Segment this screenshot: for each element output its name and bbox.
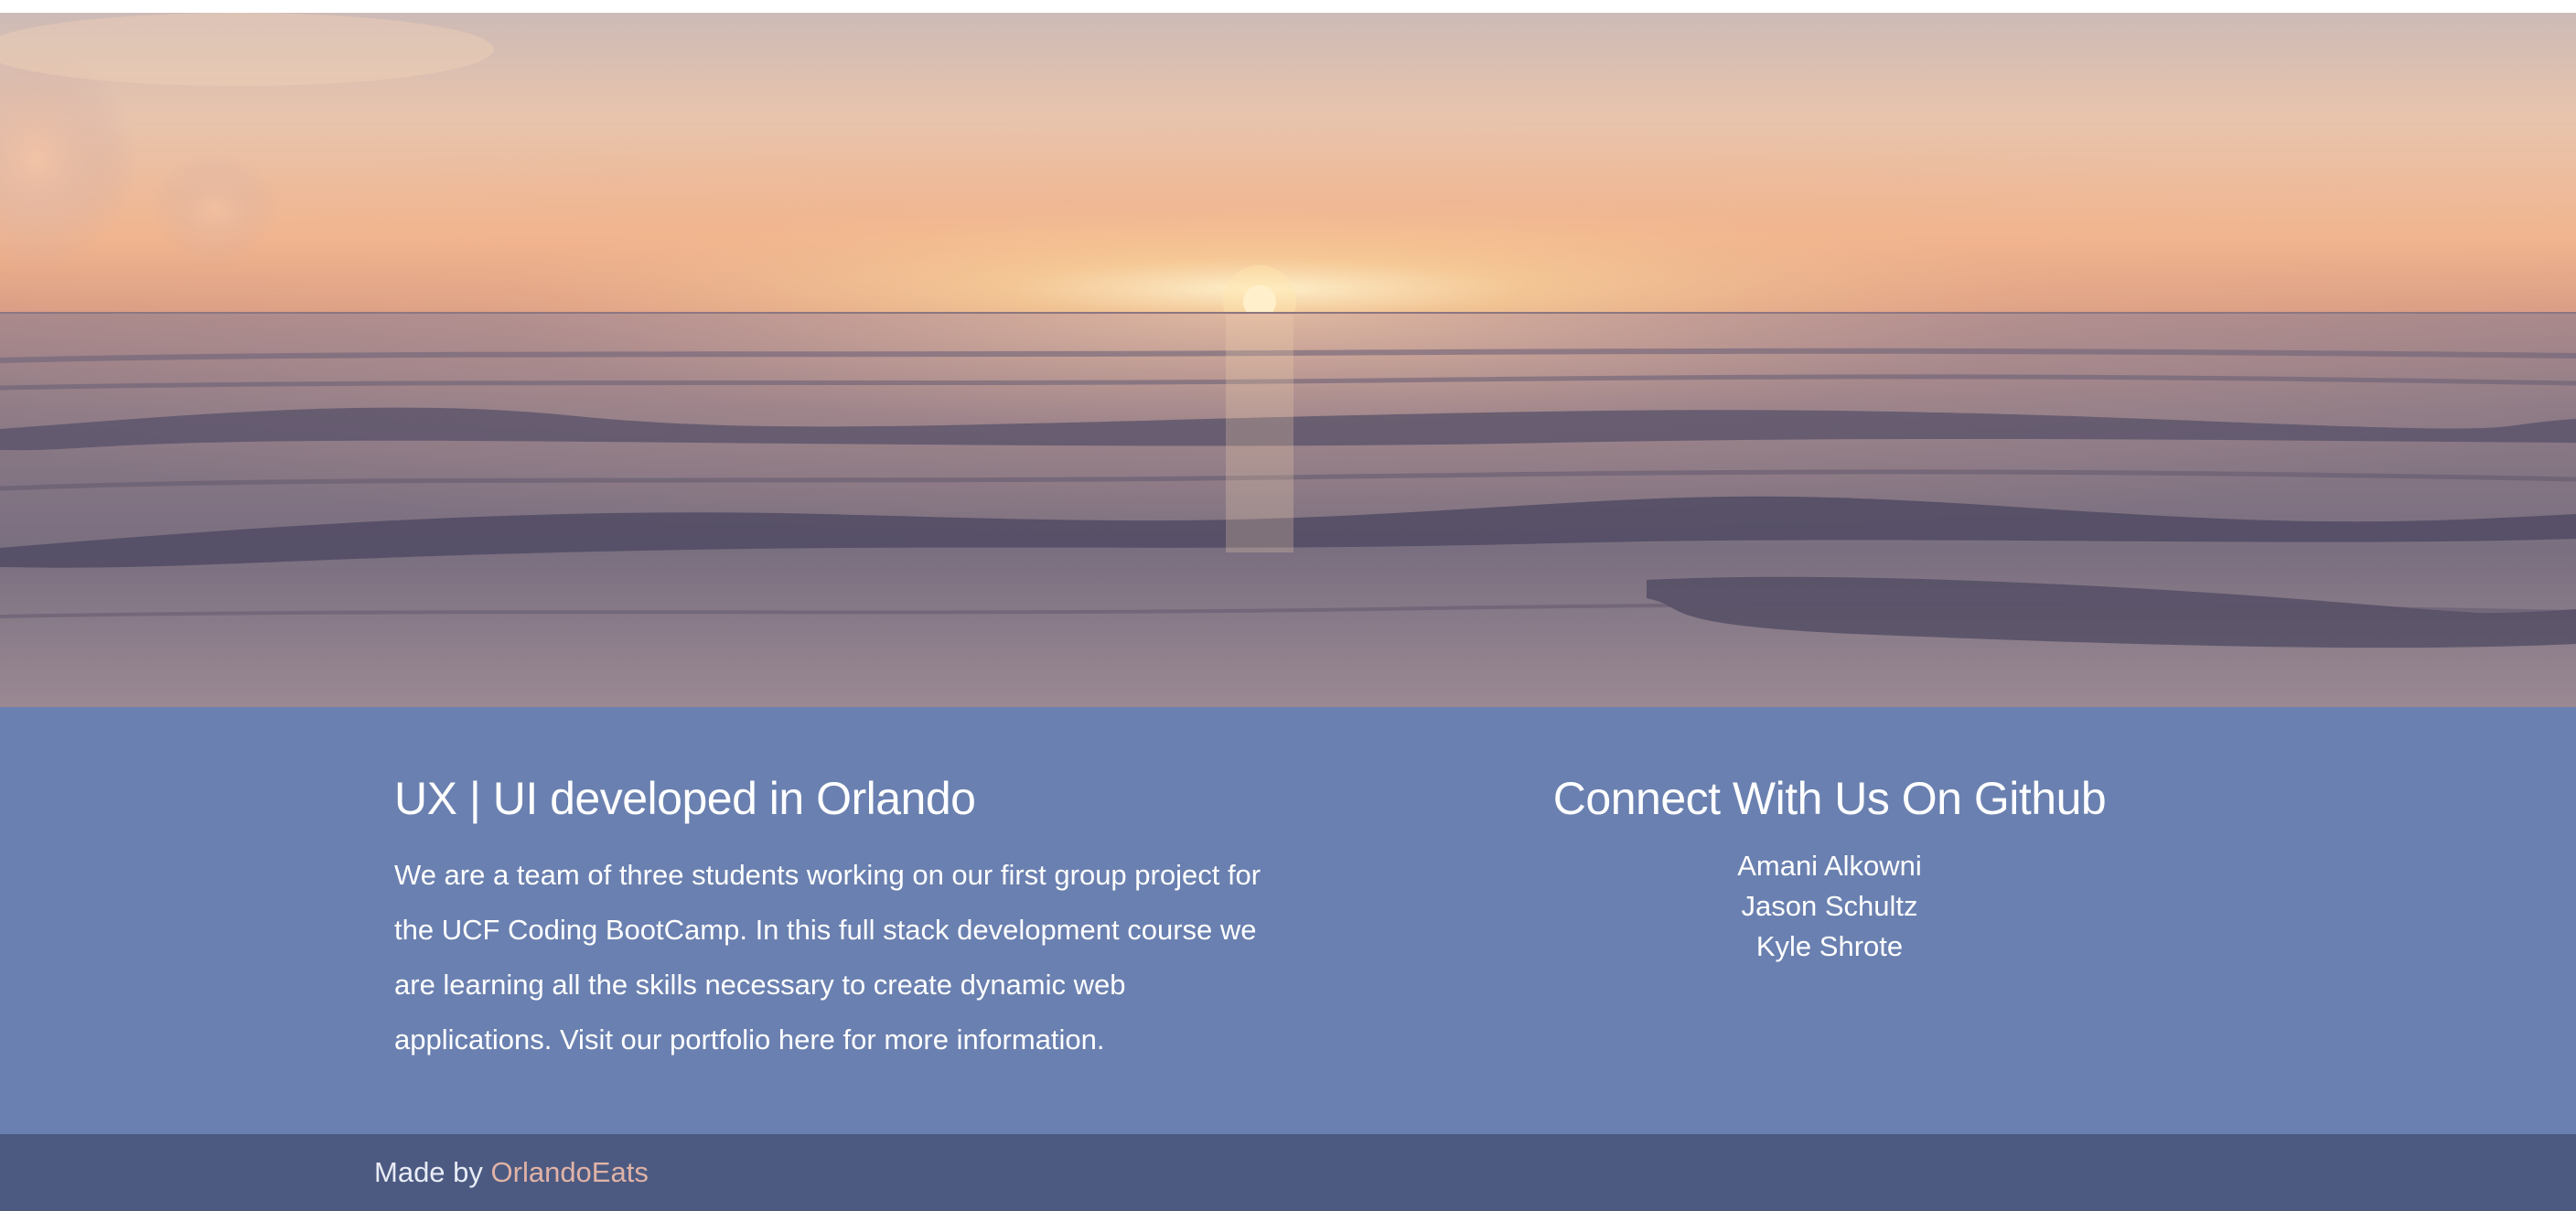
footer-prefix: Made by [374,1156,491,1188]
sunset-ocean-image [0,13,2576,707]
about-block: UX | UI developed in Orlando We are a te… [394,771,1272,1067]
github-link-amani-alkowni[interactable]: Amani Alkowni [1482,846,2177,886]
footer: Made by OrlandoEats [0,1134,2576,1211]
hero-image [0,13,2576,707]
github-link-jason-schultz[interactable]: Jason Schultz [1482,886,2177,927]
connect-heading: Connect With Us On Github [1552,773,2107,824]
page: UX | UI developed in Orlando We are a te… [0,0,2576,1211]
about-description: We are a team of three students working … [394,859,1261,1056]
github-member-list: Amani Alkowni Jason Schultz Kyle Shrote [1482,846,2177,967]
footer-credit: Made by OrlandoEats [374,1152,649,1193]
github-link-kyle-shrote[interactable]: Kyle Shrote [1482,927,2177,967]
info-section: UX | UI developed in Orlando We are a te… [0,707,2576,1134]
orlandoeats-link[interactable]: OrlandoEats [491,1156,649,1188]
connect-block: Connect With Us On Github Amani Alkowni … [1482,771,2177,967]
about-heading: UX | UI developed in Orlando [394,773,976,824]
